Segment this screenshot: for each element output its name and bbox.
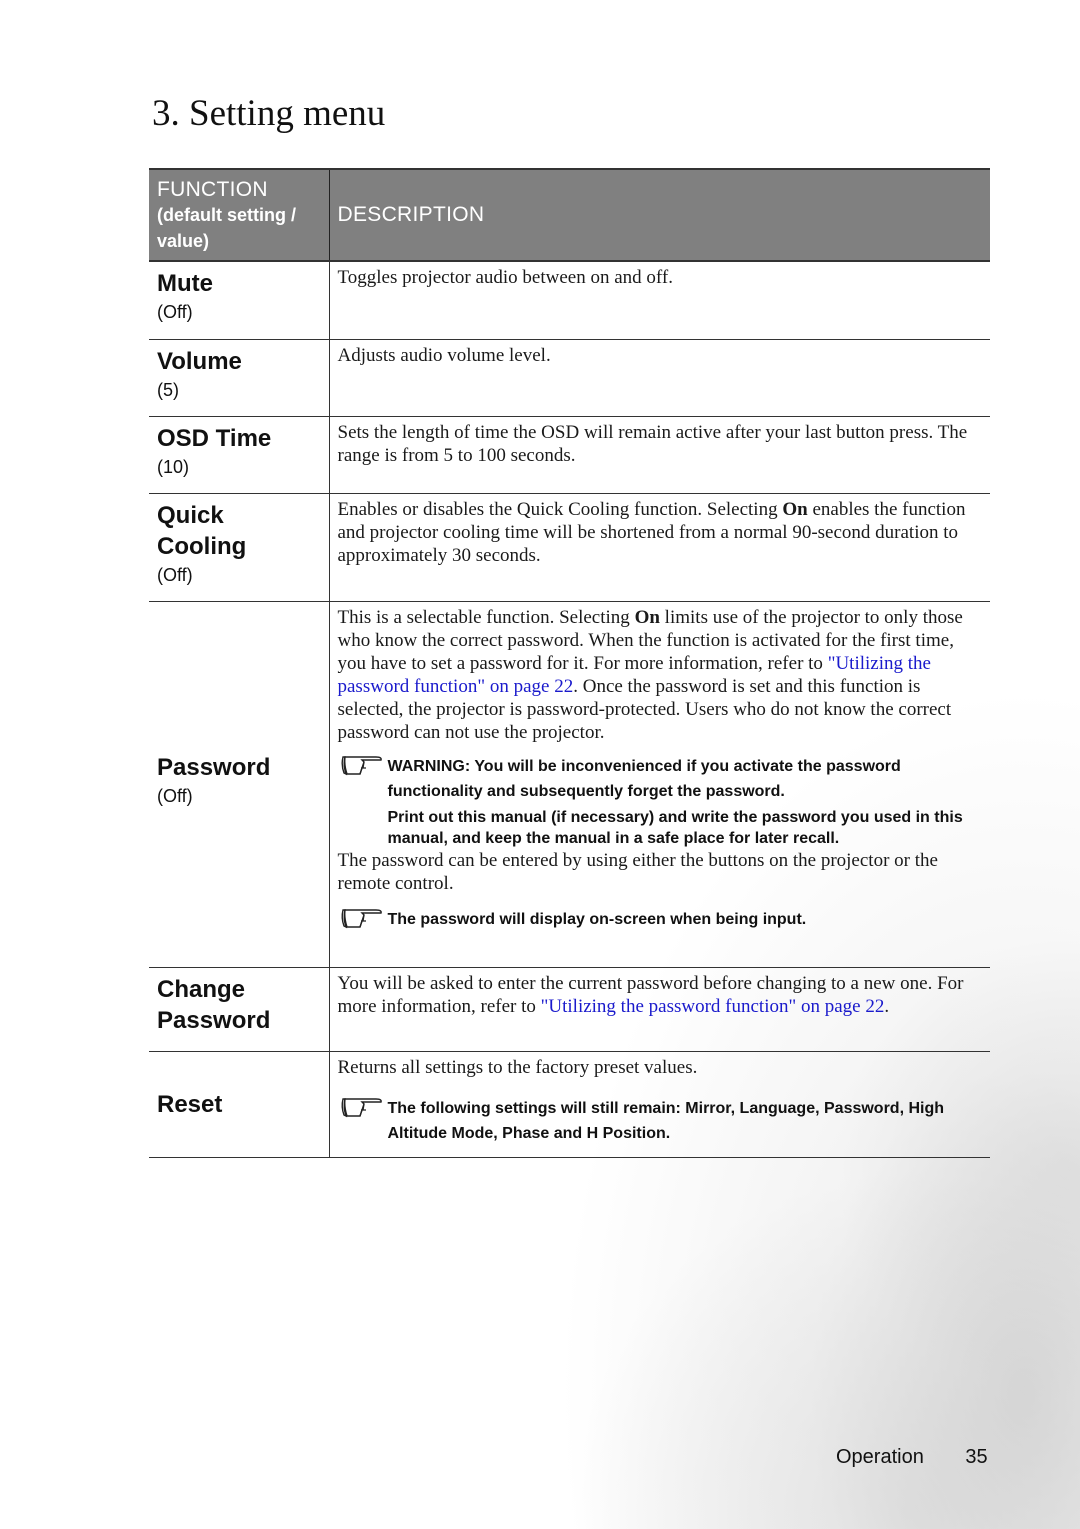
function-default: (Off) [157,564,193,585]
header-description: DESCRIPTION [329,168,990,262]
info-note: The following settings will still remain… [338,1096,983,1146]
function-cell: Change Password [149,967,330,1052]
description-cell: Sets the length of time the OSD will rem… [329,416,990,494]
table-row-mute: Mute (Off) Toggles projector audio betwe… [149,261,990,340]
function-name-line1: Change [157,975,246,1003]
warning-text-2: Print out this manual (if necessary) and… [387,808,963,847]
warning-note: WARNING: You will be inconvenienced if y… [338,754,983,849]
header-function: FUNCTION (default setting / value) [149,168,330,262]
header-function-sublabel: (default setting / value) [157,205,296,251]
function-name: OSD Time [157,424,272,452]
function-default: (Off) [157,785,193,806]
table-row-osd-time: OSD Time (10) Sets the length of time th… [149,416,990,494]
page-footer: Operation 35 [836,1446,988,1469]
description-cell: Adjusts audio volume level. [329,339,990,417]
desc-part: This is a selectable function. Selecting [337,606,635,628]
description-cell: Toggles projector audio between on and o… [329,261,990,340]
function-name-line2: Password [157,1006,271,1034]
settings-table: FUNCTION (default setting / value) DESCR… [149,168,990,1158]
page-title: 3. Setting menu [152,93,386,134]
warning-text: WARNING: You will be inconvenienced if y… [387,757,901,800]
header-description-label: DESCRIPTION [337,203,485,226]
description-text: Returns all settings to the factory pres… [337,1056,698,1078]
description-cell: This is a selectable function. Selecting… [329,601,990,968]
description-text-2: The password can be entered by using eit… [337,849,938,894]
pointing-hand-icon [341,755,382,775]
pointing-hand-icon [341,1097,382,1117]
description-text: Toggles projector audio between on and o… [337,267,673,288]
footer-section: Operation [836,1446,924,1468]
description-cell: Enables or disables the Quick Cooling fu… [329,493,990,602]
description-text: Enables or disables the Quick Cooling fu… [338,498,983,567]
description-text: You will be asked to enter the current p… [338,972,983,1018]
function-name-line2: Cooling [157,532,247,560]
function-cell: Volume (5) [149,339,330,417]
function-name: Reset [157,1090,223,1118]
table-row-change-password: Change Password You will be asked to ent… [149,967,990,1052]
function-cell: Mute (Off) [149,261,330,340]
function-default: (5) [157,379,179,400]
description-text: This is a selectable function. Selecting… [338,606,983,744]
header-function-label: FUNCTION [157,178,268,201]
desc-part: . [884,995,890,1017]
password-function-link[interactable]: "Utilizing the password function" on pag… [541,996,885,1017]
description-text: Adjusts audio volume level. [337,344,551,366]
table-row-reset: Reset Returns all settings to the factor… [149,1051,990,1158]
description-cell: You will be asked to enter the current p… [329,967,990,1052]
note-text: The following settings will still remain… [387,1099,945,1142]
function-name: Password [157,753,271,781]
description-cell: Returns all settings to the factory pres… [329,1051,990,1158]
description-text: Sets the length of time the OSD will rem… [337,421,968,466]
table-row-quick-cooling: Quick Cooling (Off) Enables or disables … [149,493,990,602]
function-name-line1: Quick [157,501,224,529]
table-row-password: Password (Off) This is a selectable func… [149,601,990,968]
option-on: On [782,498,808,520]
table-row-volume: Volume (5) Adjusts audio volume level. [149,339,990,417]
function-name: Volume [157,347,242,375]
function-cell: OSD Time (10) [149,416,330,494]
table-header-row: FUNCTION (default setting / value) DESCR… [149,168,990,262]
pointing-hand-icon [341,908,382,928]
page-number: 35 [965,1446,988,1468]
function-name: Mute [157,270,213,297]
desc-part: Enables or disables the Quick Cooling fu… [337,498,783,520]
option-on: On [634,606,660,628]
function-cell: Password (Off) [149,601,330,968]
function-cell: Quick Cooling (Off) [149,493,330,602]
function-default: (10) [157,456,190,477]
function-default: (Off) [157,302,193,322]
function-cell: Reset [149,1051,330,1158]
info-note: The password will display on-screen when… [338,907,983,932]
note-text: The password will display on-screen when… [387,910,807,928]
